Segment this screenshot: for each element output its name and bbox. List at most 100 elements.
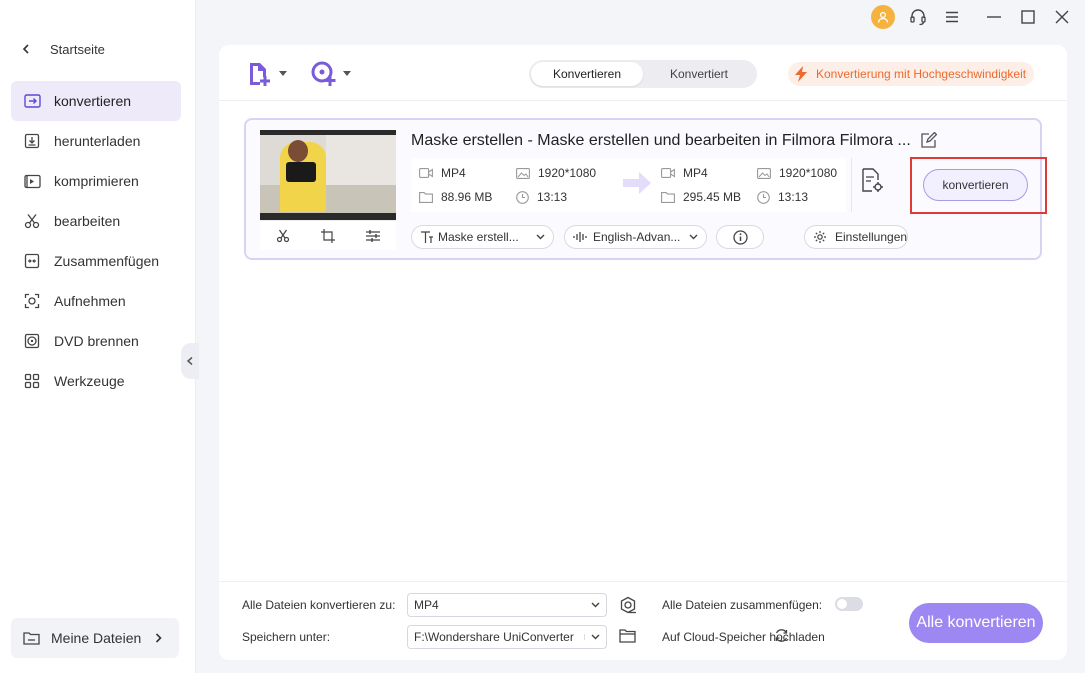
merge-icon [23, 252, 41, 270]
maximize-icon[interactable] [1017, 6, 1039, 28]
subtitle-select-value: Maske erstell... [438, 230, 519, 244]
collapse-sidebar-button[interactable] [181, 343, 199, 379]
clock-icon [757, 190, 770, 204]
menu-icon[interactable] [941, 6, 963, 28]
main-panel: Konvertieren Konvertiert Konvertierung m… [219, 45, 1067, 660]
convert-tabs: Konvertieren Konvertiert [529, 60, 757, 88]
save-to-label: Speichern unter: [242, 630, 331, 644]
target-resolution: 1920*1080 [757, 166, 837, 180]
merge-all-toggle[interactable] [835, 597, 863, 611]
chevron-down-icon [591, 602, 600, 608]
close-icon[interactable] [1051, 6, 1073, 28]
folder-icon [661, 191, 675, 203]
convert-all-button[interactable]: Alle konvertieren [909, 603, 1043, 643]
source-resolution: 1920*1080 [516, 166, 596, 180]
merge-all-label: Alle Dateien zusammenfügen: [662, 598, 823, 612]
sidebar-item-label: bearbeiten [54, 213, 121, 229]
open-folder-icon[interactable] [619, 629, 636, 643]
source-size-value: 88.96 MB [441, 190, 493, 204]
add-files-button[interactable] [247, 61, 287, 87]
trim-scissors-icon[interactable] [276, 229, 290, 243]
convert-all-to-label: Alle Dateien konvertieren zu: [242, 598, 396, 612]
chevron-down-icon [689, 234, 698, 240]
cloud-sync-icon[interactable] [774, 628, 789, 643]
sidebar-item-label: Zusammenfügen [54, 253, 160, 269]
info-button[interactable] [716, 225, 764, 249]
add-file-icon [247, 61, 273, 87]
sidebar-item-zusammenfuegen[interactable]: Zusammenfügen [11, 241, 181, 281]
effects-sliders-icon[interactable] [366, 229, 381, 242]
support-headset-icon[interactable] [907, 6, 929, 28]
sidebar-item-konvertieren[interactable]: konvertieren [11, 81, 181, 121]
back-home-link[interactable]: Startseite [22, 40, 105, 58]
target-format[interactable]: MP4 [661, 166, 708, 180]
file-card: Maske erstellen - Maske erstellen und be… [244, 118, 1047, 260]
high-speed-conversion-toggle[interactable]: Konvertierung mit Hochgeschwindigkeit [788, 62, 1035, 86]
download-icon [23, 132, 41, 150]
tab-konvertiert[interactable]: Konvertiert [643, 62, 755, 86]
clock-icon [516, 190, 529, 204]
thumbnail-tools [260, 220, 396, 250]
edit-title-icon[interactable] [920, 132, 937, 149]
sidebar-item-label: herunterladen [54, 133, 141, 149]
settings-button[interactable]: Einstellungen [804, 225, 908, 249]
sidebar-item-herunterladen[interactable]: herunterladen [11, 121, 181, 161]
target-duration: 13:13 [757, 190, 808, 204]
high-speed-label: Konvertierung mit Hochgeschwindigkeit [816, 67, 1027, 81]
folder-icon [419, 191, 433, 203]
target-size: 295.45 MB [661, 190, 741, 204]
source-format: MP4 [419, 166, 466, 180]
chevron-down-icon [584, 634, 600, 640]
scissors-icon [23, 212, 41, 230]
image-icon [516, 167, 530, 179]
sidebar-item-label: konvertieren [54, 93, 132, 109]
source-duration: 13:13 [516, 190, 567, 204]
add-disc-icon [311, 61, 337, 87]
output-settings-icon[interactable] [861, 168, 885, 194]
video-icon [661, 168, 675, 178]
add-from-device-button[interactable] [311, 61, 351, 87]
subtitle-select[interactable]: Maske erstell... [411, 225, 554, 249]
sidebar: Startseite konvertieren herunterladen ko… [0, 0, 196, 673]
my-files-button[interactable]: Meine Dateien [11, 618, 179, 658]
tools-icon [23, 372, 41, 390]
sidebar-item-bearbeiten[interactable]: bearbeiten [11, 201, 181, 241]
source-duration-value: 13:13 [537, 190, 568, 204]
back-home-label: Startseite [50, 41, 105, 57]
audio-track-select[interactable]: English-Advan... [564, 225, 707, 249]
chevron-left-icon [22, 44, 30, 54]
file-info-panel: MP4 88.96 MB 1920*1080 13:13 MP4 295.45 … [411, 158, 846, 212]
video-icon [419, 168, 433, 178]
text-icon [420, 230, 434, 244]
footer-bar: Alle Dateien konvertieren zu: MP4 Alle D… [219, 581, 1067, 660]
convert-arrow-icon [623, 172, 651, 194]
sidebar-item-label: DVD brennen [54, 333, 139, 349]
sidebar-item-aufnehmen[interactable]: Aufnehmen [11, 281, 181, 321]
highlight-box [910, 157, 1047, 214]
crop-icon[interactable] [320, 228, 335, 243]
my-files-label: Meine Dateien [51, 630, 142, 646]
divider [851, 158, 852, 212]
sidebar-item-komprimieren[interactable]: komprimieren [11, 161, 181, 201]
sidebar-item-label: Aufnehmen [54, 293, 126, 309]
save-location-select[interactable]: F:\Wondershare UniConverter [407, 625, 607, 649]
user-avatar-icon[interactable] [871, 5, 895, 29]
dvd-icon [23, 332, 41, 350]
source-format-value: MP4 [441, 166, 466, 180]
minimize-icon[interactable] [983, 6, 1005, 28]
info-icon [732, 229, 748, 245]
chevron-down-icon [343, 71, 351, 77]
sidebar-item-dvd-brennen[interactable]: DVD brennen [11, 321, 181, 361]
sidebar-item-werkzeuge[interactable]: Werkzeuge [11, 361, 181, 401]
video-thumbnail[interactable] [260, 130, 396, 220]
sidebar-item-label: Werkzeuge [54, 373, 125, 389]
cloud-upload-label: Auf Cloud-Speicher hochladen [662, 630, 825, 644]
file-title: Maske erstellen - Maske erstellen und be… [411, 132, 911, 149]
target-resolution-value: 1920*1080 [779, 166, 838, 180]
save-location-value: F:\Wondershare UniConverter [414, 630, 574, 644]
lightning-icon [794, 66, 808, 82]
output-format-select[interactable]: MP4 [407, 593, 607, 617]
tab-konvertieren[interactable]: Konvertieren [531, 62, 643, 86]
sidebar-nav: konvertieren herunterladen komprimieren … [11, 81, 181, 401]
output-settings-gear-icon[interactable] [619, 596, 637, 614]
